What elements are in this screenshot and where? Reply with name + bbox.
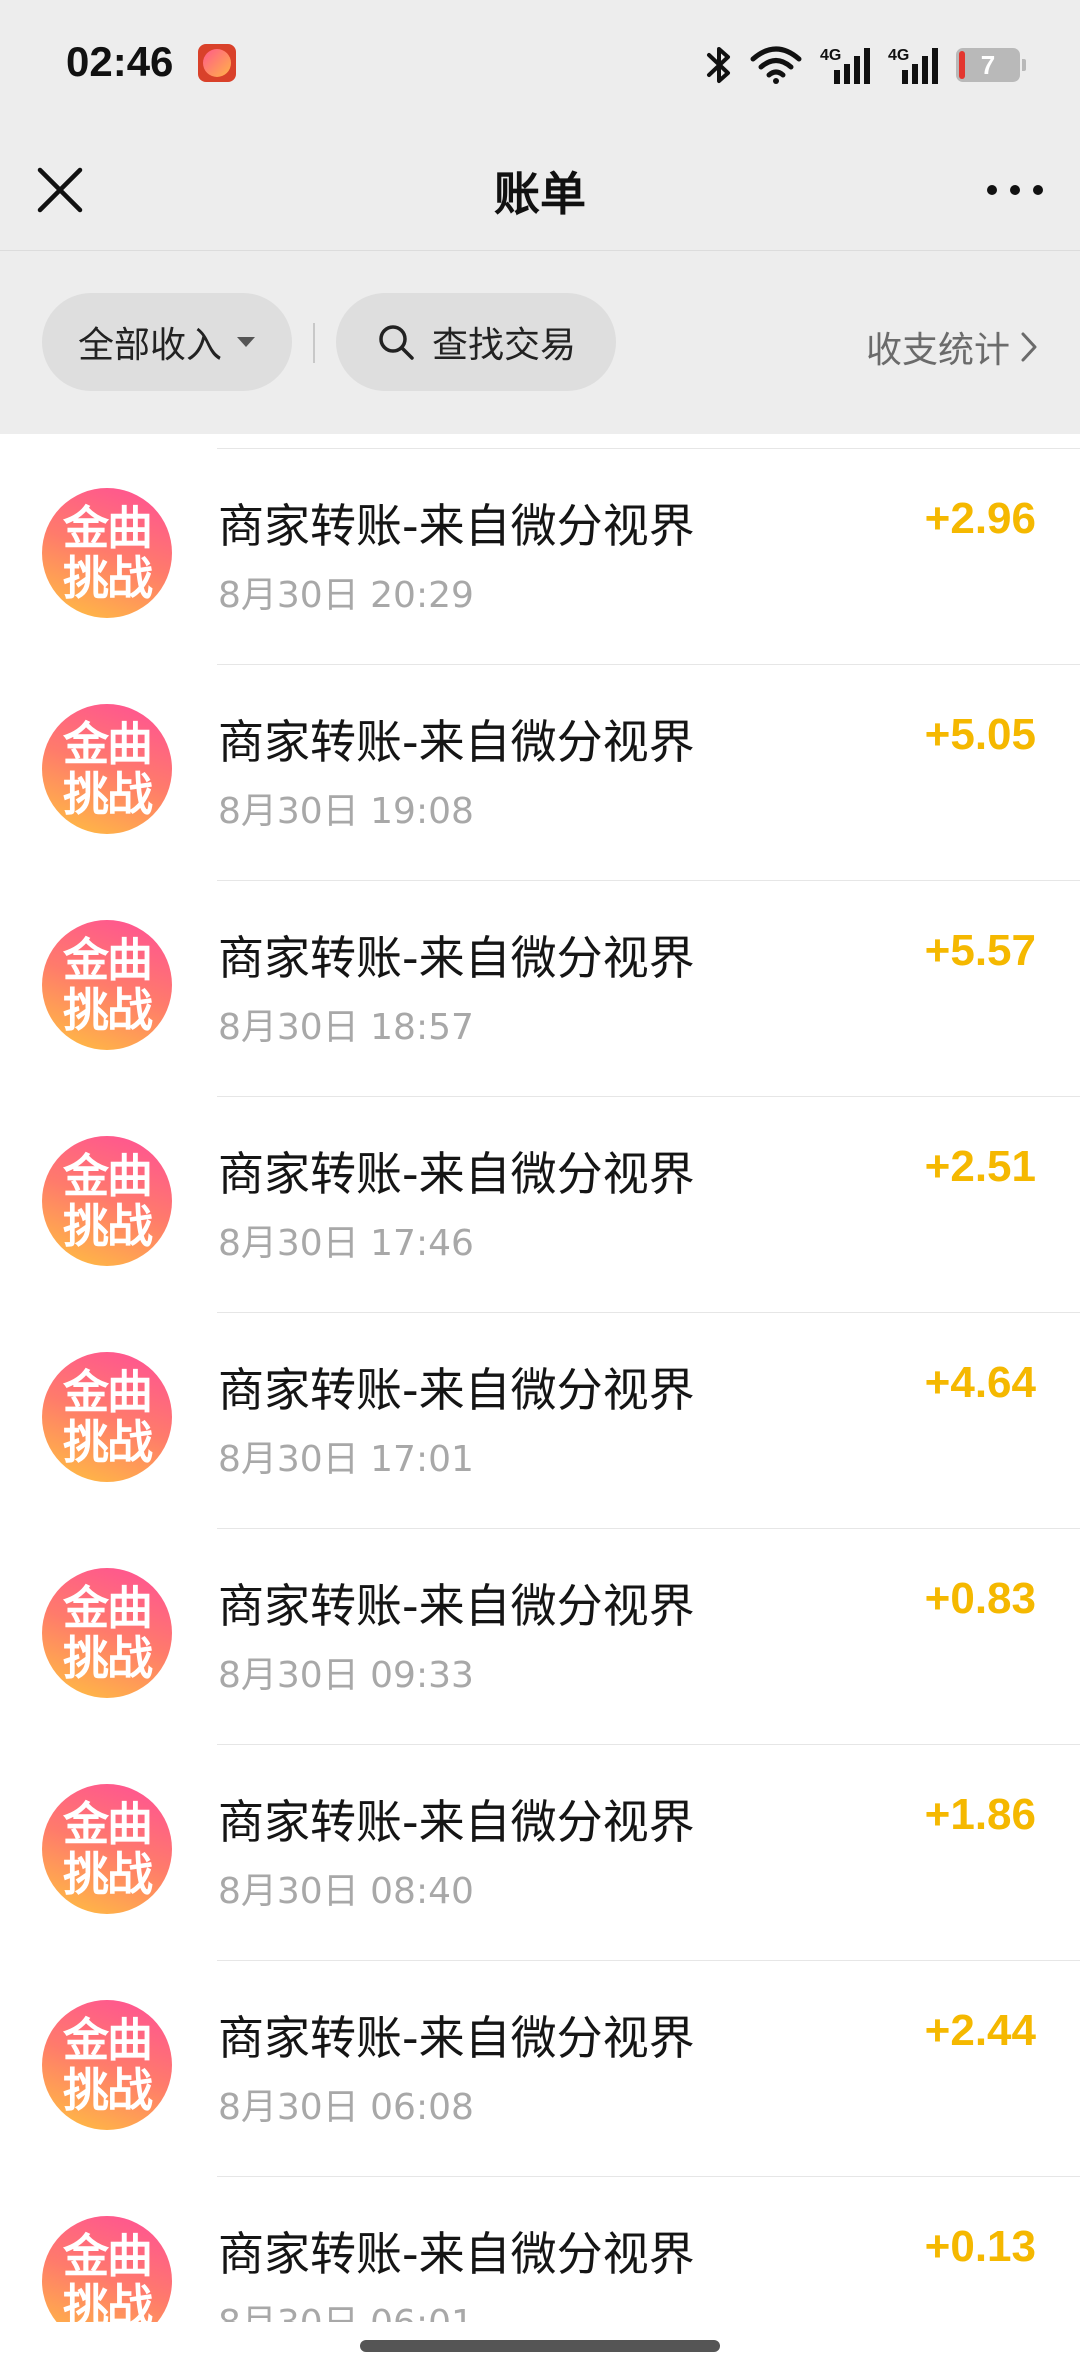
transaction-time: 8月30日 17:01 [218, 1439, 474, 1480]
transaction-amount: +5.57 [924, 926, 1036, 975]
transaction-title: 商家转账-来自微分视界 [218, 499, 695, 553]
transaction-title: 商家转账-来自微分视界 [218, 2011, 695, 2065]
wifi-icon [750, 46, 802, 84]
row-divider [217, 1744, 1080, 1745]
transaction-row[interactable]: 金曲 挑战 商家转账-来自微分视界 8月30日 08:40 +1.86 [0, 1730, 1080, 1946]
transaction-title: 商家转账-来自微分视界 [218, 715, 695, 769]
svg-text:4G: 4G [820, 47, 841, 64]
transaction-time: 8月30日 09:33 [218, 1655, 474, 1696]
transaction-time: 8月30日 06:08 [218, 2087, 474, 2128]
battery-level: 7 [980, 49, 996, 80]
stats-label: 收支统计 [865, 330, 1010, 371]
status-bar: 02:46 4G 4G 7 [0, 0, 1080, 130]
row-divider [217, 880, 1080, 881]
status-icons: 4G 4G 7 [706, 40, 1026, 90]
status-time: 02:46 [66, 38, 174, 85]
transaction-title: 商家转账-来自微分视界 [218, 1363, 695, 1417]
transaction-row[interactable]: 金曲 挑战 商家转账-来自微分视界 8月30日 17:46 +2.51 [0, 1082, 1080, 1298]
filter-bar: 全部收入 查找交易 收支统计 [0, 251, 1080, 434]
search-icon [379, 325, 414, 360]
filter-divider [313, 323, 315, 363]
page-title: 账单 [494, 167, 586, 221]
bill-page: 02:46 4G 4G 7 账单 全部收入 查找交易 收支统计 金曲 挑战 商家… [0, 0, 1080, 2376]
merchant-avatar: 金曲 挑战 [42, 1568, 172, 1698]
row-divider [217, 2176, 1080, 2177]
home-indicator[interactable] [360, 2340, 720, 2352]
nav-bar: 账单 [0, 130, 1080, 251]
merchant-avatar: 金曲 挑战 [42, 704, 172, 834]
transaction-time: 8月30日 18:57 [218, 1007, 474, 1048]
bluetooth-icon [707, 47, 730, 83]
transaction-amount: +2.51 [924, 1142, 1036, 1191]
row-divider [217, 1528, 1080, 1529]
signal-4g-icon: 4G [888, 47, 938, 84]
income-filter-label: 全部收入 [77, 325, 222, 366]
caret-down-icon [237, 337, 255, 347]
transaction-amount: +5.05 [924, 710, 1036, 759]
row-divider [217, 448, 1080, 449]
transaction-title: 商家转账-来自微分视界 [218, 1795, 695, 1849]
merchant-avatar: 金曲 挑战 [42, 920, 172, 1050]
transaction-amount: +2.96 [924, 494, 1036, 543]
merchant-avatar: 金曲 挑战 [42, 1136, 172, 1266]
transaction-row[interactable]: 金曲 挑战 商家转账-来自微分视界 8月30日 09:33 +0.83 [0, 1514, 1080, 1730]
income-filter-dropdown[interactable]: 全部收入 [42, 293, 292, 391]
transaction-amount: +4.64 [924, 1358, 1036, 1407]
transaction-amount: +0.83 [924, 1574, 1036, 1623]
transaction-time: 8月30日 20:29 [218, 575, 474, 616]
more-button[interactable] [980, 160, 1050, 220]
svg-text:4G: 4G [888, 47, 909, 64]
search-transactions-button[interactable]: 查找交易 [336, 293, 616, 391]
merchant-avatar: 金曲 挑战 [42, 2000, 172, 2130]
transaction-row[interactable]: 金曲 挑战 商家转账-来自微分视界 8月30日 19:08 +5.05 [0, 650, 1080, 866]
transaction-row[interactable]: 金曲 挑战 商家转账-来自微分视界 8月30日 18:57 +5.57 [0, 866, 1080, 1082]
transaction-row[interactable]: 金曲 挑战 商家转账-来自微分视界 8月30日 06:08 +2.44 [0, 1946, 1080, 2162]
merchant-avatar: 金曲 挑战 [42, 488, 172, 618]
transaction-title: 商家转账-来自微分视界 [218, 1579, 695, 1633]
transaction-title: 商家转账-来自微分视界 [218, 2227, 695, 2281]
transaction-row[interactable]: 金曲 挑战 商家转账-来自微分视界 8月30日 20:29 +2.96 [0, 434, 1080, 650]
transaction-row[interactable]: 金曲 挑战 商家转账-来自微分视界 8月30日 17:01 +4.64 [0, 1298, 1080, 1514]
row-divider [217, 1960, 1080, 1961]
app-notification-icon [198, 44, 236, 82]
merchant-avatar: 金曲 挑战 [42, 1352, 172, 1482]
transaction-amount: +1.86 [924, 1790, 1036, 1839]
transaction-time: 8月30日 19:08 [218, 791, 474, 832]
transaction-amount: +0.13 [924, 2222, 1036, 2271]
row-divider [217, 1312, 1080, 1313]
row-divider [217, 1096, 1080, 1097]
transaction-amount: +2.44 [924, 2006, 1036, 2055]
transaction-time: 8月30日 08:40 [218, 1871, 474, 1912]
merchant-avatar: 金曲 挑战 [42, 1784, 172, 1914]
transaction-title: 商家转账-来自微分视界 [218, 1147, 695, 1201]
transaction-time: 8月30日 17:46 [218, 1223, 474, 1264]
income-expense-stats-link[interactable]: 收支统计 [866, 321, 1038, 373]
chevron-right-icon [1021, 332, 1037, 362]
transaction-title: 商家转账-来自微分视界 [218, 931, 695, 985]
search-transactions-label: 查找交易 [431, 325, 576, 366]
row-divider [217, 664, 1080, 665]
signal-4g-icon: 4G [820, 47, 870, 84]
battery-icon: 7 [956, 48, 1026, 82]
